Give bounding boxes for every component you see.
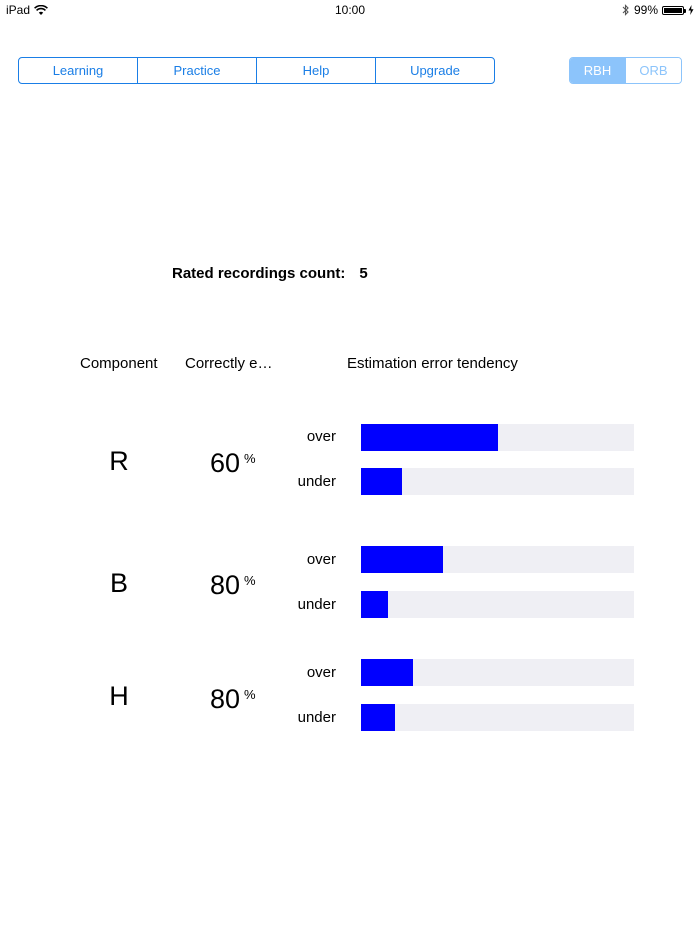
battery-icon [662, 5, 686, 15]
mode-rbh[interactable]: RBH [570, 58, 625, 83]
bluetooth-icon [622, 4, 629, 16]
rated-count-row: Rated recordings count: 5 [172, 265, 368, 282]
status-time: 10:00 [334, 3, 366, 17]
over-label: over [306, 551, 336, 568]
over-label: over [306, 428, 336, 445]
mode-toggle: RBH ORB [569, 57, 682, 84]
correct-value: 80 [210, 684, 241, 714]
under-label: under [297, 596, 336, 613]
over-bar-fill [361, 546, 443, 573]
over-bar-fill [361, 659, 413, 686]
battery-percent: 99% [633, 3, 658, 17]
correct-percent: 80% [210, 684, 256, 715]
under-bar-fill [361, 468, 402, 495]
under-bar [361, 468, 634, 495]
over-bar [361, 546, 634, 573]
tab-upgrade[interactable]: Upgrade [375, 58, 494, 83]
correct-value: 80 [210, 570, 241, 600]
correct-value: 60 [210, 448, 241, 478]
under-bar [361, 704, 634, 731]
header-component: Component [80, 355, 158, 372]
correct-percent: 60% [210, 448, 256, 479]
header-tendency: Estimation error tendency [347, 355, 518, 372]
rated-count-value: 5 [359, 265, 368, 282]
under-bar-fill [361, 704, 396, 731]
under-label: under [297, 473, 336, 490]
component-letter: R [109, 446, 129, 476]
percent-sign: % [244, 573, 256, 588]
header-correct: Correctly e… [185, 355, 273, 372]
under-bar [361, 591, 634, 618]
tab-practice[interactable]: Practice [137, 58, 256, 83]
tab-help[interactable]: Help [256, 58, 375, 83]
rated-count-label: Rated recordings count: [172, 265, 346, 282]
under-bar-fill [361, 591, 389, 618]
over-bar-fill [361, 424, 498, 451]
mode-orb[interactable]: ORB [625, 58, 681, 83]
percent-sign: % [244, 687, 256, 702]
component-letter: B [109, 568, 128, 598]
battery-level [664, 7, 682, 13]
status-bar: iPad 10:00 99% [0, 0, 700, 20]
main-nav: Learning Practice Help Upgrade [18, 57, 495, 84]
under-label: under [297, 709, 336, 726]
percent-sign: % [244, 451, 256, 466]
charging-icon [688, 5, 694, 15]
correct-percent: 80% [210, 570, 256, 601]
over-label: over [306, 664, 336, 681]
over-bar [361, 424, 634, 451]
tab-learning[interactable]: Learning [19, 58, 137, 83]
over-bar [361, 659, 634, 686]
component-letter: H [109, 681, 129, 711]
